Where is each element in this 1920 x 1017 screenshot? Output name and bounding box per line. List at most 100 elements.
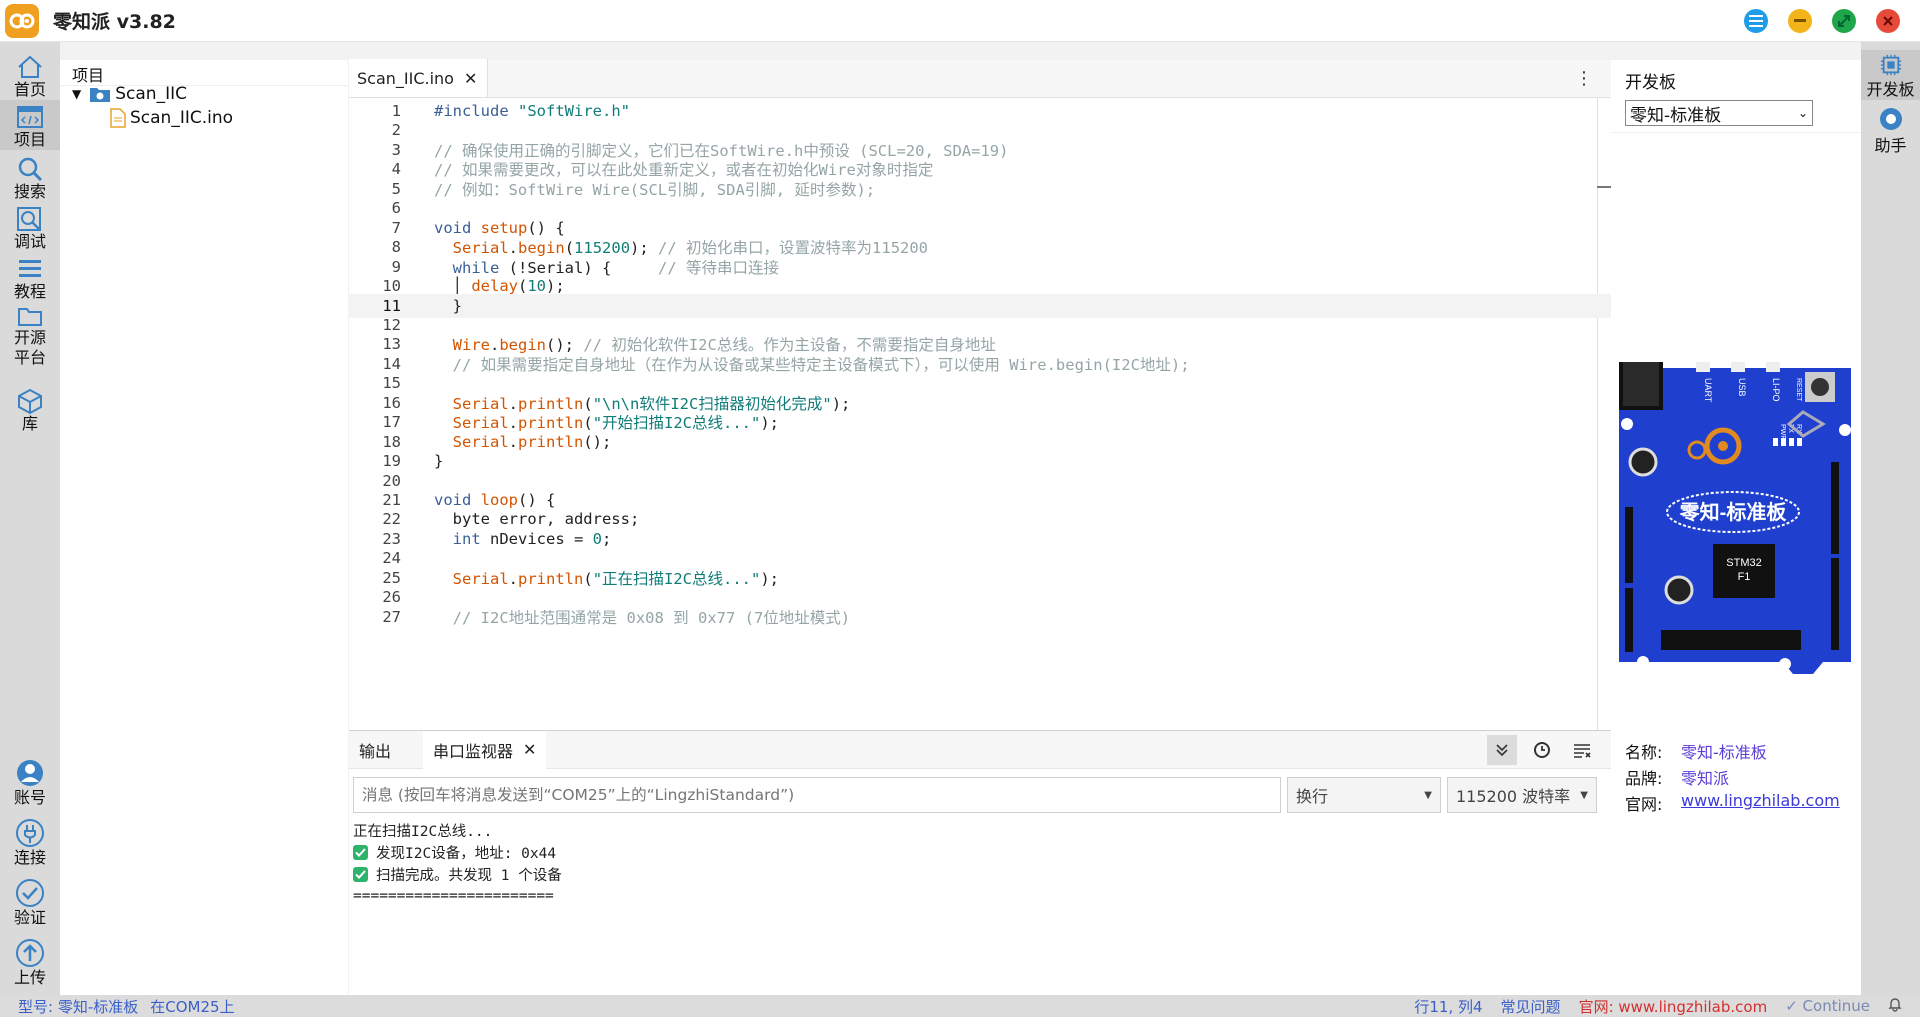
debug-icon [17,207,41,231]
status-continue[interactable]: ✓ Continue [1785,997,1870,1015]
serial-line-text: 正在扫描I2C总线... [353,823,493,840]
minimize-icon[interactable] [1788,9,1812,33]
line-number: 3 [391,140,401,159]
serial-message-input[interactable] [353,777,1281,813]
clear-output-icon[interactable] [1567,735,1597,765]
baud-rate-select[interactable]: 115200 波特率 ▼ [1447,777,1597,813]
status-port[interactable]: 在COM25上 [150,996,234,1017]
code-token: 0 [592,529,602,548]
line-number: 24 [382,549,401,568]
board-info-website: 官网: www.lingzhilab.com [1625,791,1840,815]
bottom-panel: 输出 串口监视器 ✕ 换行 ▼ 115200 波特率 ▼ 正在扫描I [349,730,1611,995]
line-number: 23 [382,529,401,548]
serial-line: 正在扫描I2C总线... [353,819,562,841]
close-icon[interactable] [1876,9,1900,33]
activity-tutorial[interactable]: 教程 [0,256,60,302]
board-website-link[interactable]: www.lingzhilab.com [1681,791,1840,815]
tab-scan-iic-ino[interactable]: Scan_IIC.ino ✕ [349,59,489,97]
activity-home[interactable]: 首页 [0,54,60,100]
serial-line: 发现I2C设备，地址: 0x44 [353,841,562,863]
activity-search[interactable]: 搜索 [0,156,60,202]
activity-connect-label: 连接 [13,848,46,867]
tab-close-icon[interactable]: ✕ [523,740,536,759]
activity-opensource[interactable]: 开源 平台 [0,304,60,368]
activity-debug[interactable]: 调试 [0,206,60,252]
code-token: Serial [452,432,509,451]
tab-serial-monitor[interactable]: 串口监视器 ✕ [423,730,547,769]
activity-library[interactable]: 库 [0,388,60,434]
baud-rate-value: 115200 波特率 [1456,787,1571,806]
autoscroll-icon[interactable] [1487,735,1517,765]
code-text: } [434,297,462,315]
activity-connect[interactable]: 连接 [0,818,60,868]
status-website[interactable]: 官网: www.lingzhilab.com [1579,996,1768,1017]
serial-line: ======================= [353,885,562,907]
tree-folder-scan-iic[interactable]: ▼ Scan_IIC [72,84,187,104]
status-faq[interactable]: 常见问题 [1501,996,1561,1017]
serial-line: 扫描完成。共发现 1 个设备 [353,863,562,885]
bell-icon[interactable] [1888,996,1902,1016]
rightbar-assistant[interactable]: 助手 [1861,106,1920,156]
chevron-down-icon[interactable]: ▼ [72,87,81,101]
code-token: ; [602,529,612,548]
line-number: 22 [382,510,401,529]
status-bar: 型号: 零知-标准板 在COM25上 行11, 列4 常见问题 官网: www.… [0,995,1920,1017]
status-cursor[interactable]: 行11, 列4 [1414,996,1482,1017]
rightbar-board-label: 开发板 [1866,80,1915,99]
line-number: 13 [382,335,401,354]
line-number: 27 [382,607,401,626]
tab-output[interactable]: 输出 [349,731,419,769]
board-chip-text-2: F1 [1738,571,1751,583]
more-options-icon[interactable]: ⋮ [1575,68,1593,89]
maximize-icon[interactable] [1832,9,1856,33]
line-number: 26 [382,588,401,607]
code-text: void loop() { [434,491,555,509]
tree-file-label: Scan_IIC.ino [130,108,234,128]
file-icon [110,108,126,128]
line-number: 7 [391,218,401,237]
code-line[interactable]: 27 // I2C地址范围通常是 0x08 到 0x77 (7位地址模式) [349,605,1611,629]
line-number: 12 [382,315,401,334]
code-token: setup [480,218,528,237]
board-panel: 开发板 零知-标准板 ⌄ 零知-标准板 STM32 F1 UART USB LI… [1611,60,1861,995]
editor: Scan_IIC.ino ✕ ⋮ 1 #include "SoftWire.h" 2… [349,59,1611,730]
timestamp-icon[interactable] [1527,735,1557,765]
board-name-text: 零知-标准板 [1679,500,1788,524]
board-lipo-label: LI-PO [1771,378,1781,402]
activity-project-label: 项目 [13,130,46,149]
line-number: 9 [391,257,401,276]
code-token: │ [434,277,472,296]
line-number: 14 [382,354,401,373]
tab-close-icon[interactable]: ✕ [464,69,477,88]
line-ending-select[interactable]: 换行 ▼ [1287,777,1441,813]
tree-file-scan-iic-ino[interactable]: Scan_IIC.ino [110,108,233,128]
code-editor[interactable]: 1 #include "SoftWire.h" 2 3// 确保使用正确的引脚定义，它… [349,98,1611,730]
activity-project[interactable]: 项目 [0,100,60,150]
board-info-name: 名称: 零知-标准板 [1625,739,1767,763]
status-model[interactable]: 型号: 零知-标准板 [18,996,138,1017]
activity-verify[interactable]: 验证 [0,878,60,928]
board-info-name-value: 零知-标准板 [1681,743,1767,762]
code-token: loop [480,491,518,509]
menu-icon[interactable] [1744,9,1768,33]
code-text: } [434,452,443,470]
activity-search-label: 搜索 [13,182,46,201]
chevron-down-icon: ⌄ [1797,106,1808,120]
tab-serial-label: 串口监视器 [433,741,514,761]
project-panel-title: 项目 [60,60,348,86]
code-token: () { [527,218,565,237]
activity-opensource-label: 开源 平台 [13,328,46,367]
board-select[interactable]: 零知-标准板 ⌄ [1625,100,1813,126]
tutorial-icon [19,260,41,277]
code-text: // I2C地址范围通常是 0x08 到 0x77 (7位地址模式) [434,606,850,628]
project-icon [17,106,43,128]
code-text: │ delay(10); [434,277,565,295]
upload-icon [16,939,44,967]
rightbar-board[interactable]: 开发板 [1861,50,1920,100]
activity-account[interactable]: 账号 [0,758,60,808]
code-token: void [434,491,481,509]
activity-upload[interactable]: 上传 [0,938,60,988]
